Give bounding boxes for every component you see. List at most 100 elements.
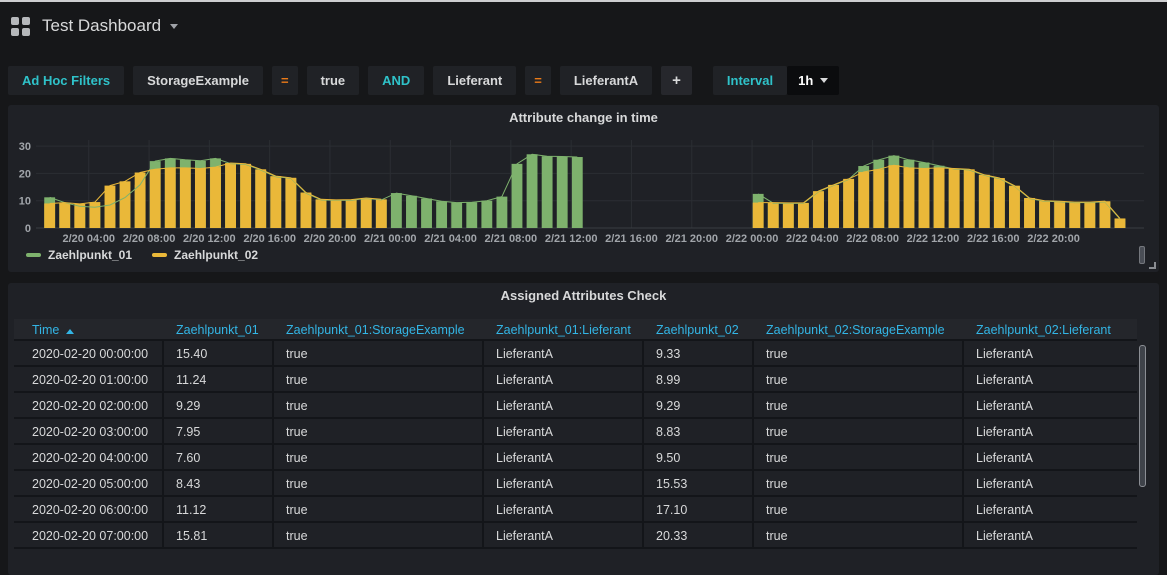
x-tick-label: 2/21 00:00	[364, 233, 417, 245]
chart-bar-Zaehlpunkt_02	[934, 168, 945, 228]
table-cell: LieferantA	[484, 471, 644, 497]
table-cell: LieferantA	[964, 445, 1137, 471]
table-cell: true	[274, 523, 484, 549]
chart-bar-Zaehlpunkt_02	[74, 204, 85, 228]
column-header-zaehlpunkt-02-storageexample[interactable]: Zaehlpunkt_02:StorageExample	[754, 319, 964, 341]
column-header-zaehlpunkt-01-lieferant[interactable]: Zaehlpunkt_01:Lieferant	[484, 319, 644, 341]
table-cell: LieferantA	[484, 367, 644, 393]
chart-bar-Zaehlpunkt_02	[210, 167, 221, 228]
chart-bar-Zaehlpunkt_01	[421, 199, 432, 228]
filter1-key-chip[interactable]: StorageExample	[133, 66, 263, 95]
filter1-value-chip[interactable]: true	[307, 66, 360, 95]
column-header-zaehlpunkt-02[interactable]: Zaehlpunkt_02	[644, 319, 754, 341]
dashboard-title[interactable]: Test Dashboard	[42, 16, 161, 36]
table-cell: true	[274, 419, 484, 445]
attributes-table: Time Zaehlpunkt_01 Zaehlpunkt_01:StorageEx…	[14, 319, 1137, 549]
chart-bar-Zaehlpunkt_02	[843, 179, 854, 228]
chart-panel-title[interactable]: Attribute change in time	[8, 105, 1159, 131]
chart-bar-Zaehlpunkt_01	[572, 157, 583, 228]
chart-bar-Zaehlpunkt_01	[557, 156, 568, 228]
filter1-operator-chip[interactable]: =	[272, 66, 298, 95]
table-cell: 2020-02-20 02:00:00	[14, 393, 164, 419]
series-color-swatch	[152, 253, 167, 257]
sort-ascending-icon	[66, 329, 74, 334]
chart-bar-Zaehlpunkt_01	[481, 201, 492, 228]
table-cell: 2020-02-20 00:00:00	[14, 341, 164, 367]
table-cell: true	[754, 393, 964, 419]
chart-scrollbar-thumb[interactable]	[1139, 246, 1145, 264]
chart-bar-Zaehlpunkt_01	[527, 154, 538, 228]
chart-bar-Zaehlpunkt_02	[240, 164, 251, 228]
chart-bar-Zaehlpunkt_01	[391, 193, 402, 228]
x-tick-label: 2/21 12:00	[545, 233, 598, 245]
table-cell: LieferantA	[964, 419, 1137, 445]
chevron-down-icon	[820, 78, 828, 83]
add-filter-button[interactable]: +	[661, 66, 692, 95]
chart-bar-Zaehlpunkt_02	[225, 163, 236, 228]
legend-item-zaehlpunkt-01[interactable]: Zaehlpunkt_01	[26, 248, 132, 262]
table-panel-title[interactable]: Assigned Attributes Check	[8, 283, 1159, 309]
interval-select[interactable]: 1h	[787, 66, 839, 95]
chart-bar-Zaehlpunkt_02	[798, 203, 809, 228]
chart-bar-Zaehlpunkt_02	[979, 175, 990, 228]
column-header-label: Zaehlpunkt_01:StorageExample	[286, 323, 465, 337]
table-cell: LieferantA	[964, 367, 1137, 393]
x-tick-label: 2/22 12:00	[907, 233, 960, 245]
interval-label[interactable]: Interval	[713, 66, 787, 95]
x-tick-label: 2/21 04:00	[424, 233, 477, 245]
chart-bar-Zaehlpunkt_02	[888, 165, 899, 228]
y-tick-label: 20	[19, 168, 31, 180]
dashboard-navbar: Test Dashboard	[0, 2, 1167, 50]
chart-bar-Zaehlpunkt_02	[1054, 201, 1065, 228]
table-cell: 15.53	[644, 471, 754, 497]
column-header-label: Zaehlpunkt_01:Lieferant	[496, 323, 631, 337]
panel-attribute-change-in-time: Attribute change in time 01020302/20 04:…	[8, 105, 1159, 272]
table-cell: 8.99	[644, 367, 754, 393]
chart-bar-Zaehlpunkt_02	[753, 203, 764, 228]
chart-bar-Zaehlpunkt_01	[496, 197, 507, 228]
chart-bar-Zaehlpunkt_02	[285, 178, 296, 228]
table-cell: LieferantA	[484, 523, 644, 549]
filter2-value-chip[interactable]: LieferantA	[560, 66, 652, 95]
table-cell: 8.83	[644, 419, 754, 445]
table-cell: true	[754, 341, 964, 367]
column-header-time[interactable]: Time	[14, 319, 164, 341]
legend-item-zaehlpunkt-02[interactable]: Zaehlpunkt_02	[152, 248, 258, 262]
dashboard-title-caret-icon[interactable]	[170, 24, 178, 29]
grid-icon-square	[22, 17, 30, 25]
table-scrollbar-thumb[interactable]	[1139, 345, 1146, 487]
column-header-zaehlpunkt-02-lieferant[interactable]: Zaehlpunkt_02:Lieferant	[964, 319, 1137, 341]
x-tick-label: 2/22 16:00	[967, 233, 1020, 245]
table-cell: 7.60	[164, 445, 274, 471]
adhoc-filters-label[interactable]: Ad Hoc Filters	[8, 66, 124, 95]
table-cell: LieferantA	[964, 497, 1137, 523]
column-header-zaehlpunkt-01[interactable]: Zaehlpunkt_01	[164, 319, 274, 341]
chart-bar-Zaehlpunkt_02	[1084, 202, 1095, 228]
chart-bar-Zaehlpunkt_01	[406, 196, 417, 228]
filter2-key-chip[interactable]: Lieferant	[433, 66, 516, 95]
dashboards-grid-icon[interactable]	[11, 17, 30, 36]
filter2-operator-chip[interactable]: =	[525, 66, 551, 95]
column-header-label: Zaehlpunkt_02	[656, 323, 739, 337]
table-cell: 9.29	[164, 393, 274, 419]
series-color-swatch	[26, 253, 41, 257]
x-tick-label: 2/22 08:00	[846, 233, 899, 245]
chart-bar-Zaehlpunkt_02	[135, 172, 146, 228]
chart-bar-Zaehlpunkt_02	[828, 185, 839, 228]
filter-condition-chip[interactable]: AND	[368, 66, 424, 95]
panel-resize-handle[interactable]	[1149, 262, 1156, 269]
chart-bar-Zaehlpunkt_02	[255, 169, 266, 228]
chart-bar-Zaehlpunkt_02	[813, 191, 824, 228]
table-cell: true	[754, 445, 964, 471]
column-header-label: Time	[32, 323, 59, 337]
chart-bar-Zaehlpunkt_02	[873, 169, 884, 228]
chart-bar-Zaehlpunkt_02	[858, 172, 869, 228]
time-series-plot[interactable]: 01020302/20 04:002/20 08:002/20 12:002/2…	[11, 131, 1146, 245]
x-tick-label: 2/22 20:00	[1027, 233, 1080, 245]
chart-bar-Zaehlpunkt_02	[331, 200, 342, 228]
column-header-zaehlpunkt-01-storageexample[interactable]: Zaehlpunkt_01:StorageExample	[274, 319, 484, 341]
grid-icon-square	[11, 28, 19, 36]
chart-bar-Zaehlpunkt_02	[361, 198, 372, 228]
table-cell: true	[754, 419, 964, 445]
table-cell: 2020-02-20 04:00:00	[14, 445, 164, 471]
